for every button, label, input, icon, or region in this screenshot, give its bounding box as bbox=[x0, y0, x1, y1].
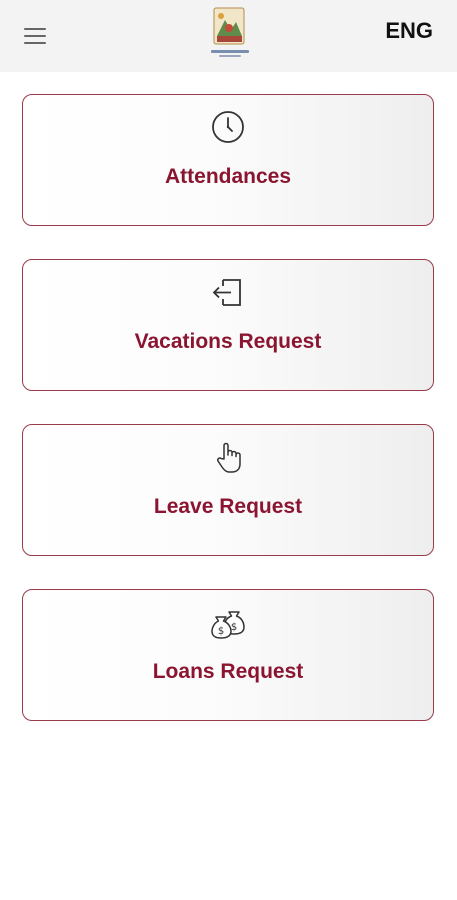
logo-graphic bbox=[211, 7, 249, 57]
card-label: Vacations Request bbox=[134, 330, 322, 353]
vacations-request-card[interactable]: Vacations Request bbox=[22, 259, 434, 391]
card-label: Leave Request bbox=[153, 495, 303, 518]
language-toggle[interactable]: ENG bbox=[385, 18, 433, 44]
svg-text:$: $ bbox=[231, 622, 237, 633]
attendances-card[interactable]: Attendances bbox=[22, 94, 434, 226]
card-label: Attendances bbox=[164, 165, 292, 188]
leave-request-card[interactable]: Leave Request bbox=[22, 424, 434, 556]
svg-text:$: $ bbox=[218, 626, 224, 637]
exit-door-icon bbox=[210, 274, 246, 310]
loans-request-card[interactable]: $ $ Loans Request bbox=[22, 589, 434, 721]
card-label: Loans Request bbox=[152, 660, 304, 683]
clock-icon bbox=[210, 109, 246, 145]
menu-bar-icon bbox=[24, 35, 46, 37]
company-logo bbox=[205, 6, 255, 60]
app-header: ENG bbox=[0, 0, 457, 72]
menu-button[interactable] bbox=[22, 26, 50, 46]
menu-bar-icon bbox=[24, 42, 46, 44]
hand-pointer-icon bbox=[210, 439, 246, 475]
money-bags-icon: $ $ bbox=[210, 604, 246, 640]
menu-bar-icon bbox=[24, 28, 46, 30]
